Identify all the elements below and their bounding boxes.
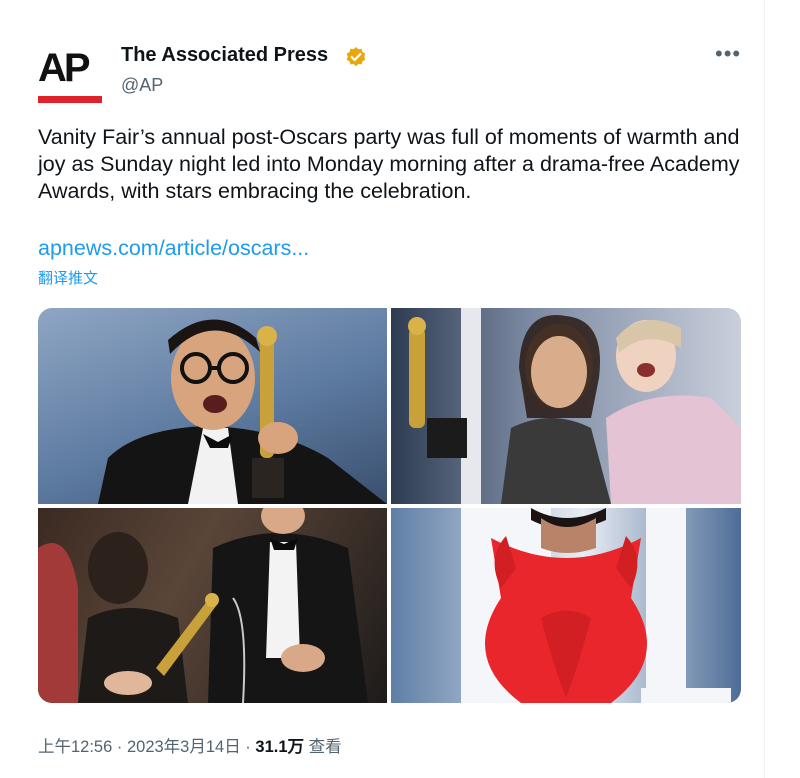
tweet-date[interactable]: 2023年3月14日 bbox=[127, 738, 241, 756]
display-name[interactable]: The Associated Press bbox=[121, 44, 328, 67]
tweet-card: AP The Associated Press @AP ••• Vanity F… bbox=[0, 0, 765, 778]
article-link[interactable]: apnews.com/article/oscars... bbox=[38, 236, 309, 261]
photo-woman-red-dress[interactable] bbox=[391, 508, 741, 703]
verified-badge-icon bbox=[346, 47, 366, 67]
user-handle[interactable]: @AP bbox=[121, 75, 163, 96]
views-label: 查看 bbox=[304, 738, 342, 756]
meta-separator: · bbox=[112, 738, 127, 756]
ap-logo-avatar[interactable]: AP bbox=[38, 46, 104, 104]
logo-red-bar bbox=[38, 96, 102, 103]
tweet-meta: 上午12:56 · 2023年3月14日 · 31.1万 查看 bbox=[38, 733, 342, 757]
logo-text: AP bbox=[38, 46, 91, 90]
translate-tweet-link[interactable]: 翻译推文 bbox=[38, 267, 98, 288]
photo-women-with-oscar[interactable] bbox=[391, 308, 741, 504]
meta-separator-2: · bbox=[240, 738, 256, 756]
more-options-icon[interactable]: ••• bbox=[715, 43, 741, 65]
photo-man-with-oscar[interactable] bbox=[38, 308, 387, 504]
photo-oscar-engraving[interactable] bbox=[38, 508, 387, 703]
media-grid bbox=[38, 308, 741, 703]
views-count: 31.1万 bbox=[255, 738, 305, 756]
tweet-text: Vanity Fair’s annual post-Oscars party w… bbox=[38, 125, 740, 203]
tweet-time[interactable]: 上午12:56 bbox=[38, 738, 112, 756]
